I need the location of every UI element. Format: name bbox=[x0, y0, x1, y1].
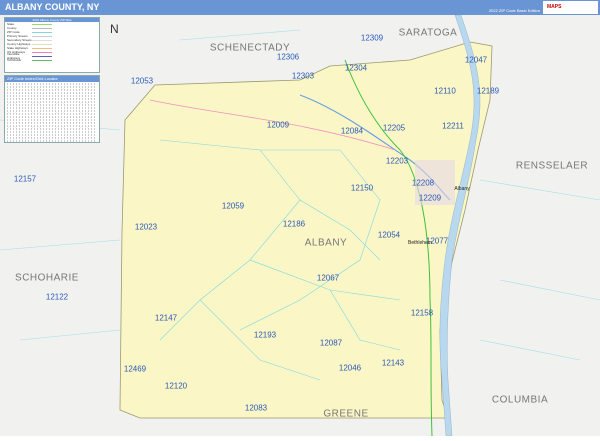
zip-label: 12157 bbox=[13, 174, 37, 184]
zip-label: 12309 bbox=[360, 33, 384, 43]
zip-label: 12469 bbox=[123, 364, 147, 374]
zip-label: 12150 bbox=[350, 183, 374, 193]
zip-label: 12083 bbox=[244, 403, 268, 413]
legend-item: Toll Roads bbox=[5, 58, 99, 62]
index-row bbox=[7, 121, 97, 124]
legend-item-label: Toll Roads bbox=[7, 58, 22, 62]
index-row bbox=[7, 124, 97, 127]
county-label: GREENE bbox=[323, 408, 369, 420]
zip-label: 12205 bbox=[382, 123, 406, 133]
legend-swatch bbox=[32, 47, 52, 49]
town-label: Bethlehem bbox=[408, 240, 432, 246]
zip-label: 12186 bbox=[282, 219, 306, 229]
logo: MAPS bbox=[543, 1, 598, 14]
index-row bbox=[7, 100, 97, 103]
legend-swatch bbox=[32, 55, 52, 57]
zip-label: 12084 bbox=[340, 126, 364, 136]
zip-label: 12304 bbox=[344, 63, 368, 73]
zip-label: 12054 bbox=[377, 230, 401, 240]
legend-swatch bbox=[32, 51, 52, 53]
index-row bbox=[7, 127, 97, 130]
zip-label: 12059 bbox=[221, 201, 245, 211]
index-row bbox=[7, 112, 97, 115]
county-label: SCHOHARIE bbox=[15, 272, 79, 284]
index-row bbox=[7, 97, 97, 100]
legend-panel: 2022 Albany County ZIP Map State County ZI… bbox=[4, 17, 100, 73]
zip-label: 12306 bbox=[276, 52, 300, 62]
index-row bbox=[7, 85, 97, 88]
county-label: SARATOGA bbox=[398, 27, 458, 39]
legend-swatch bbox=[32, 39, 52, 41]
map-title: ALBANY COUNTY, NY bbox=[5, 2, 100, 12]
header: ALBANY COUNTY, NY 2022 ZIP Code Basic Ed… bbox=[0, 0, 600, 15]
zip-label: 12087 bbox=[319, 338, 343, 348]
edition-label: 2022 ZIP Code Basic Edition bbox=[488, 8, 540, 13]
county-label: ALBANY bbox=[304, 237, 348, 249]
index-row bbox=[7, 91, 97, 94]
zip-label: 12053 bbox=[130, 76, 154, 86]
legend-swatch bbox=[32, 35, 52, 37]
index-row bbox=[7, 118, 97, 121]
legend-swatch bbox=[32, 43, 52, 45]
county-label: RENSSELAER bbox=[515, 160, 589, 172]
zip-label: 12209 bbox=[418, 193, 442, 203]
albany-county-area bbox=[119, 41, 493, 419]
zip-label: 12120 bbox=[164, 381, 188, 391]
index-row bbox=[7, 109, 97, 112]
zip-label: 12158 bbox=[410, 308, 434, 318]
zip-label: 12122 bbox=[45, 292, 69, 302]
zip-index-panel: ZIP Code Index/Grid Locator bbox=[4, 75, 100, 143]
index-row bbox=[7, 106, 97, 109]
zip-label: 12067 bbox=[316, 273, 340, 283]
index-row bbox=[7, 115, 97, 118]
index-row bbox=[7, 94, 97, 97]
index-row bbox=[7, 82, 97, 85]
zip-label: 12046 bbox=[338, 363, 362, 373]
zip-label: 12203 bbox=[385, 156, 409, 166]
zip-label: 12023 bbox=[134, 222, 158, 232]
zip-label: 12193 bbox=[253, 330, 277, 340]
zip-label: 12147 bbox=[154, 313, 178, 323]
zip-label: 12189 bbox=[476, 86, 500, 96]
index-row bbox=[7, 133, 97, 136]
zip-label: 12208 bbox=[411, 178, 435, 188]
zip-label: 12110 bbox=[434, 86, 456, 96]
index-row bbox=[7, 130, 97, 133]
town-label: Albany bbox=[454, 186, 470, 192]
legend-swatch bbox=[32, 31, 52, 33]
zip-label: 12303 bbox=[291, 71, 315, 81]
county-label: COLUMBIA bbox=[491, 394, 549, 406]
legend-swatch bbox=[32, 23, 52, 25]
zip-label: 12143 bbox=[381, 358, 405, 368]
legend-swatch bbox=[32, 27, 52, 29]
index-row bbox=[7, 139, 97, 142]
zip-label: 12211 bbox=[442, 121, 464, 131]
index-title: ZIP Code Index/Grid Locator bbox=[5, 76, 99, 82]
zip-label: 12009 bbox=[266, 120, 290, 130]
compass-rose-icon: N bbox=[110, 22, 119, 36]
index-row bbox=[7, 103, 97, 106]
zip-label: 12047 bbox=[464, 55, 488, 65]
index-row bbox=[7, 136, 97, 139]
index-row bbox=[7, 88, 97, 91]
legend-swatch bbox=[32, 59, 52, 61]
